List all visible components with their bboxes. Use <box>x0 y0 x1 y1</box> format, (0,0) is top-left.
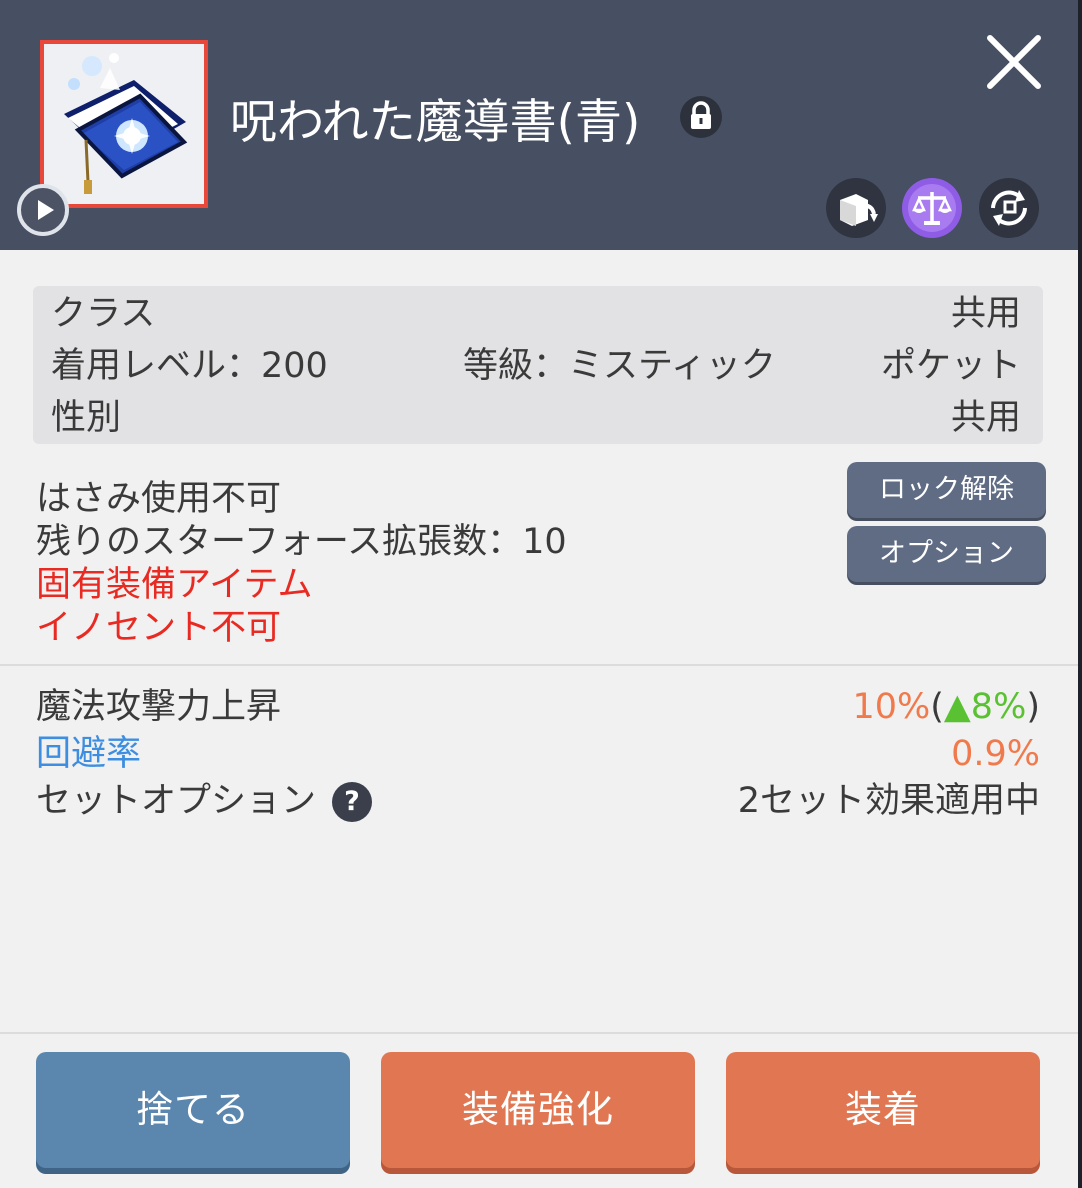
magic-attack-row: 魔法攻撃力上昇 10%(▲8%) <box>36 684 1040 730</box>
unique-note: 固有装備アイテム <box>36 565 313 605</box>
magic-attack-value-group: 10%(▲8%) <box>852 684 1040 730</box>
set-option-label: セットオプション <box>36 781 317 821</box>
gender-row: 性別 共用 <box>51 393 1021 443</box>
close-icon[interactable] <box>982 30 1046 94</box>
level-row: 着用レベル：200 等級：ミスティック ポケット <box>51 341 1021 391</box>
gender-value: 共用 <box>950 398 1021 438</box>
help-icon[interactable]: ? <box>332 782 373 822</box>
lock-icon <box>680 96 722 138</box>
window-edge <box>1078 0 1082 1188</box>
set-option-row: セットオプション? 2セット効果適用中 <box>36 778 1040 824</box>
item-detail-panel: 呪われた魔導書(青) クラス 共用 着用レベル：200 等級：ミスティック ポケ… <box>0 0 1078 1188</box>
set-option-value: 2セット効果適用中 <box>737 781 1040 821</box>
item-header: 呪われた魔導書(青) <box>0 0 1078 250</box>
slot-value: ポケット <box>880 346 1021 386</box>
gender-label: 性別 <box>51 398 122 438</box>
class-label: クラス <box>51 294 156 334</box>
option-button[interactable]: オプション <box>847 526 1046 582</box>
evasion-row: 回避率 0.9% <box>36 731 1040 777</box>
evasion-value: 0.9% <box>951 734 1040 774</box>
magic-attack-label: 魔法攻撃力上昇 <box>36 687 282 727</box>
magic-attack-delta: ▲8% <box>943 687 1027 727</box>
paren-close: ) <box>1026 687 1040 727</box>
scale-icon[interactable] <box>902 178 962 238</box>
requirements-box: クラス 共用 着用レベル：200 等級：ミスティック ポケット 性別 共用 <box>33 286 1043 444</box>
equip-button[interactable]: 装着 <box>726 1052 1040 1168</box>
starforce-note: 残りのスターフォース拡張数：10 <box>36 522 567 562</box>
item-name: 呪われた魔導書(青) <box>230 95 641 150</box>
magic-attack-value: 10% <box>852 687 931 727</box>
class-row: クラス 共用 <box>51 289 1021 339</box>
grimoire-icon <box>44 44 204 204</box>
item-notes: はさみ使用不可 残りのスターフォース拡張数：10 固有装備アイテム イノセント不… <box>36 478 567 650</box>
unlock-button[interactable]: ロック解除 <box>847 462 1046 518</box>
play-icon[interactable] <box>17 184 69 236</box>
scissors-note: はさみ使用不可 <box>36 479 282 519</box>
transfer-icon[interactable] <box>826 178 886 238</box>
innocent-note: イノセント不可 <box>36 608 282 648</box>
item-icon-frame[interactable] <box>40 40 208 208</box>
set-option-group: セットオプション? <box>36 778 373 824</box>
divider <box>0 664 1078 666</box>
bottom-divider <box>0 1032 1078 1034</box>
enhance-button[interactable]: 装備強化 <box>381 1052 695 1168</box>
discard-button[interactable]: 捨てる <box>36 1052 350 1168</box>
class-value: 共用 <box>950 294 1021 334</box>
grade-label: 等級：ミスティック <box>463 346 776 386</box>
evasion-label: 回避率 <box>36 734 142 774</box>
cycle-icon[interactable] <box>979 178 1039 238</box>
level-label: 着用レベル：200 <box>51 346 328 386</box>
paren-open: ( <box>930 687 944 727</box>
